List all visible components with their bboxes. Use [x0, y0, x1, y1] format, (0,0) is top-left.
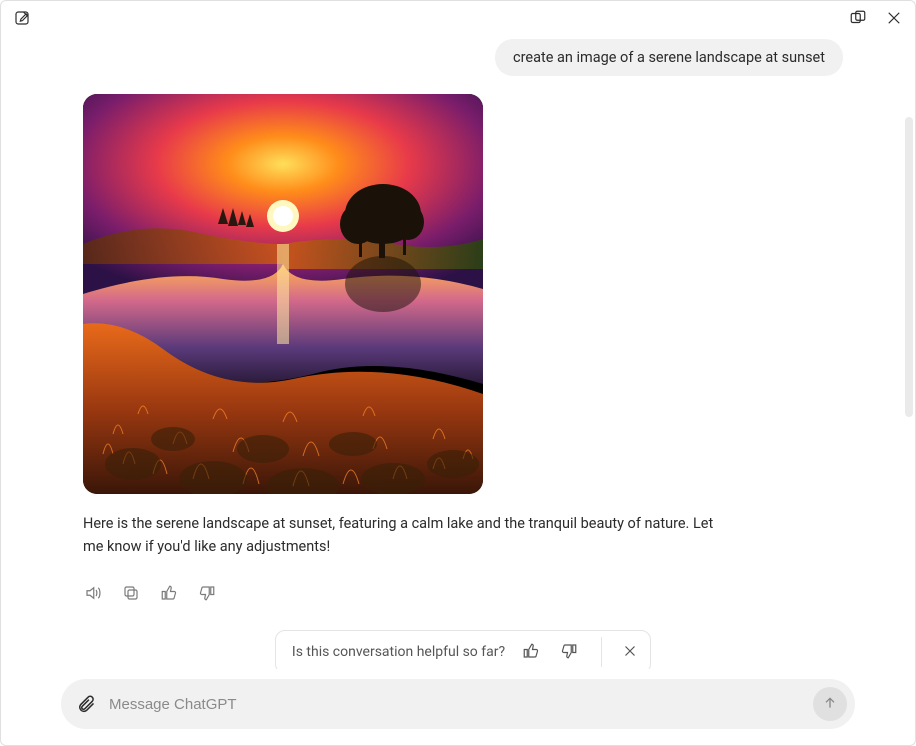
thumbs-down-icon [198, 584, 216, 605]
user-message-text: create an image of a serene landscape at… [513, 49, 825, 66]
generated-image[interactable] [83, 94, 483, 494]
dismiss-icon [621, 642, 639, 663]
message-input[interactable] [109, 696, 803, 713]
new-chat-button[interactable] [11, 8, 33, 30]
message-actions [83, 584, 217, 604]
speaker-icon [84, 584, 102, 605]
thumbs-up-button[interactable] [159, 584, 179, 604]
attach-button[interactable] [73, 691, 99, 717]
expand-icon [849, 9, 867, 30]
divider [601, 637, 602, 667]
helpful-dismiss-button[interactable] [618, 640, 642, 664]
thumbs-down-icon [560, 642, 578, 663]
thumbs-down-button[interactable] [197, 584, 217, 604]
chat-scroll-area[interactable]: create an image of a serene landscape at… [1, 37, 915, 669]
helpful-thumbs-down-button[interactable] [557, 640, 581, 664]
user-message-row: create an image of a serene landscape at… [73, 39, 843, 76]
composer-area [1, 669, 915, 745]
read-aloud-button[interactable] [83, 584, 103, 604]
titlebar [1, 1, 915, 37]
expand-button[interactable] [847, 8, 869, 30]
assistant-message-row: Here is the serene landscape at sunset, … [83, 94, 843, 669]
helpful-feedback-box: Is this conversation helpful so far? [275, 630, 651, 669]
chat-window: create an image of a serene landscape at… [0, 0, 916, 746]
close-button[interactable] [883, 8, 905, 30]
copy-icon [122, 584, 140, 605]
thumbs-up-icon [160, 584, 178, 605]
close-icon [885, 9, 903, 30]
user-message-bubble: create an image of a serene landscape at… [495, 39, 843, 76]
send-button[interactable] [813, 687, 847, 721]
helpful-thumbs-up-button[interactable] [519, 640, 543, 664]
copy-button[interactable] [121, 584, 141, 604]
scrollbar[interactable] [905, 117, 913, 417]
attach-icon [76, 693, 96, 716]
thumbs-up-icon [522, 642, 540, 663]
message-composer [61, 679, 855, 729]
send-icon [822, 695, 838, 714]
new-chat-icon [13, 9, 31, 30]
helpful-prompt-text: Is this conversation helpful so far? [292, 644, 505, 660]
assistant-message-text: Here is the serene landscape at sunset, … [83, 512, 723, 558]
